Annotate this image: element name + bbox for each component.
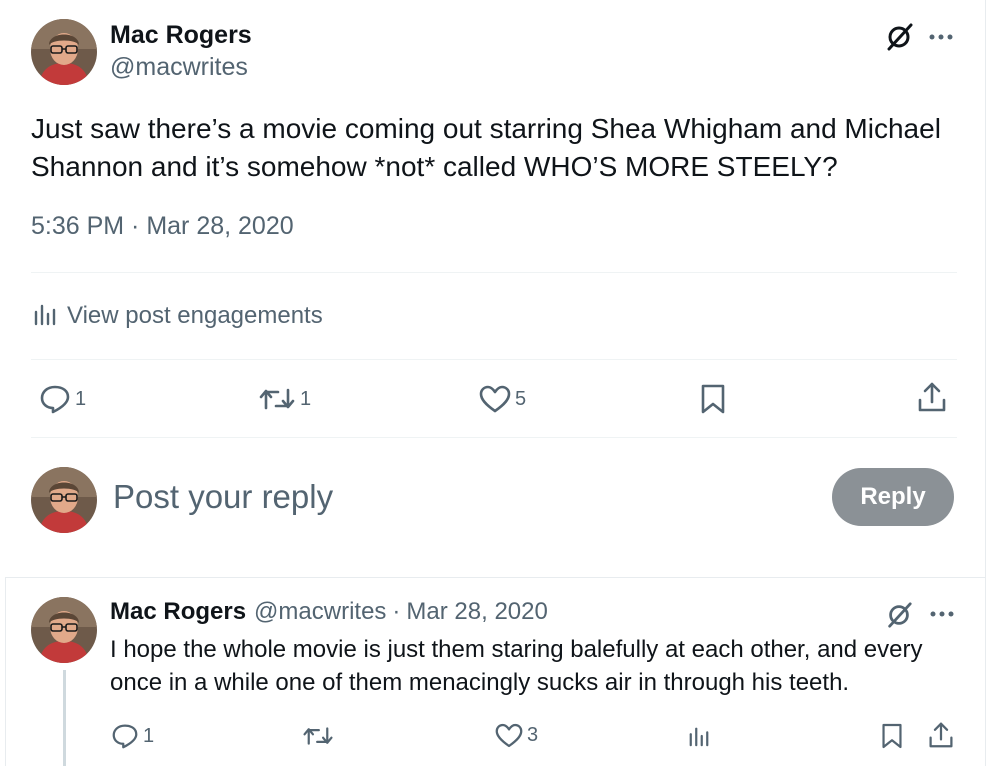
reply-avatar[interactable] [31, 597, 97, 663]
reply-author-name[interactable]: Mac Rogers [110, 598, 246, 626]
share-icon[interactable] [917, 381, 947, 413]
section-separator [5, 577, 986, 578]
like-button[interactable]: 3 [495, 723, 538, 748]
reply-button[interactable]: 1 [111, 723, 154, 749]
reply-meta: Mac Rogers @macwrites · Mar 28, 2020 [110, 598, 548, 626]
thread-line [63, 670, 66, 766]
reply-submit-button[interactable]: Reply [832, 468, 954, 526]
tweet-timestamp[interactable]: 5:36 PM · Mar 28, 2020 [31, 212, 294, 241]
reply-count: 1 [143, 724, 155, 747]
share-icon[interactable] [928, 721, 954, 749]
bookmark-icon[interactable] [700, 383, 726, 415]
repost-icon[interactable] [302, 725, 334, 747]
divider [31, 437, 957, 438]
reply-button[interactable]: 1 [39, 384, 86, 414]
reply-input[interactable]: Post your reply [113, 478, 333, 516]
avatar[interactable] [31, 19, 97, 85]
grok-icon[interactable] [885, 601, 913, 629]
reply-date[interactable]: Mar 28, 2020 [406, 598, 547, 626]
reply-text: I hope the whole movie is just them star… [110, 636, 923, 696]
composer-avatar [31, 467, 97, 533]
frame-border-left [5, 578, 6, 766]
divider [31, 359, 957, 360]
grok-icon[interactable] [884, 22, 914, 52]
like-count: 5 [515, 387, 527, 410]
like-count: 3 [527, 724, 539, 746]
frame-border-right [985, 0, 986, 766]
meta-separator: · [392, 598, 401, 625]
reply-count: 1 [75, 387, 87, 410]
like-icon [479, 385, 511, 413]
reply-icon [112, 724, 138, 749]
analytics-icon[interactable] [688, 724, 710, 748]
bookmark-icon[interactable] [881, 722, 903, 750]
tweet-text: Just saw there’s a movie coming out star… [31, 113, 941, 182]
like-icon [495, 723, 523, 748]
repost-count: 1 [300, 387, 312, 410]
view-engagements-link[interactable]: View post engagements [33, 300, 323, 332]
repost-icon [259, 388, 295, 410]
reply-author-handle[interactable]: @macwrites [254, 598, 386, 626]
author-handle[interactable]: @macwrites [110, 53, 248, 82]
author-name[interactable]: Mac Rogers [110, 21, 252, 50]
engagements-label: View post engagements [67, 302, 323, 329]
more-icon[interactable] [929, 607, 955, 621]
like-button[interactable]: 5 [479, 385, 526, 413]
analytics-icon [33, 302, 57, 331]
more-icon[interactable] [928, 30, 954, 44]
repost-button[interactable]: 1 [258, 386, 311, 412]
reply-icon [40, 385, 70, 414]
divider [31, 272, 957, 273]
